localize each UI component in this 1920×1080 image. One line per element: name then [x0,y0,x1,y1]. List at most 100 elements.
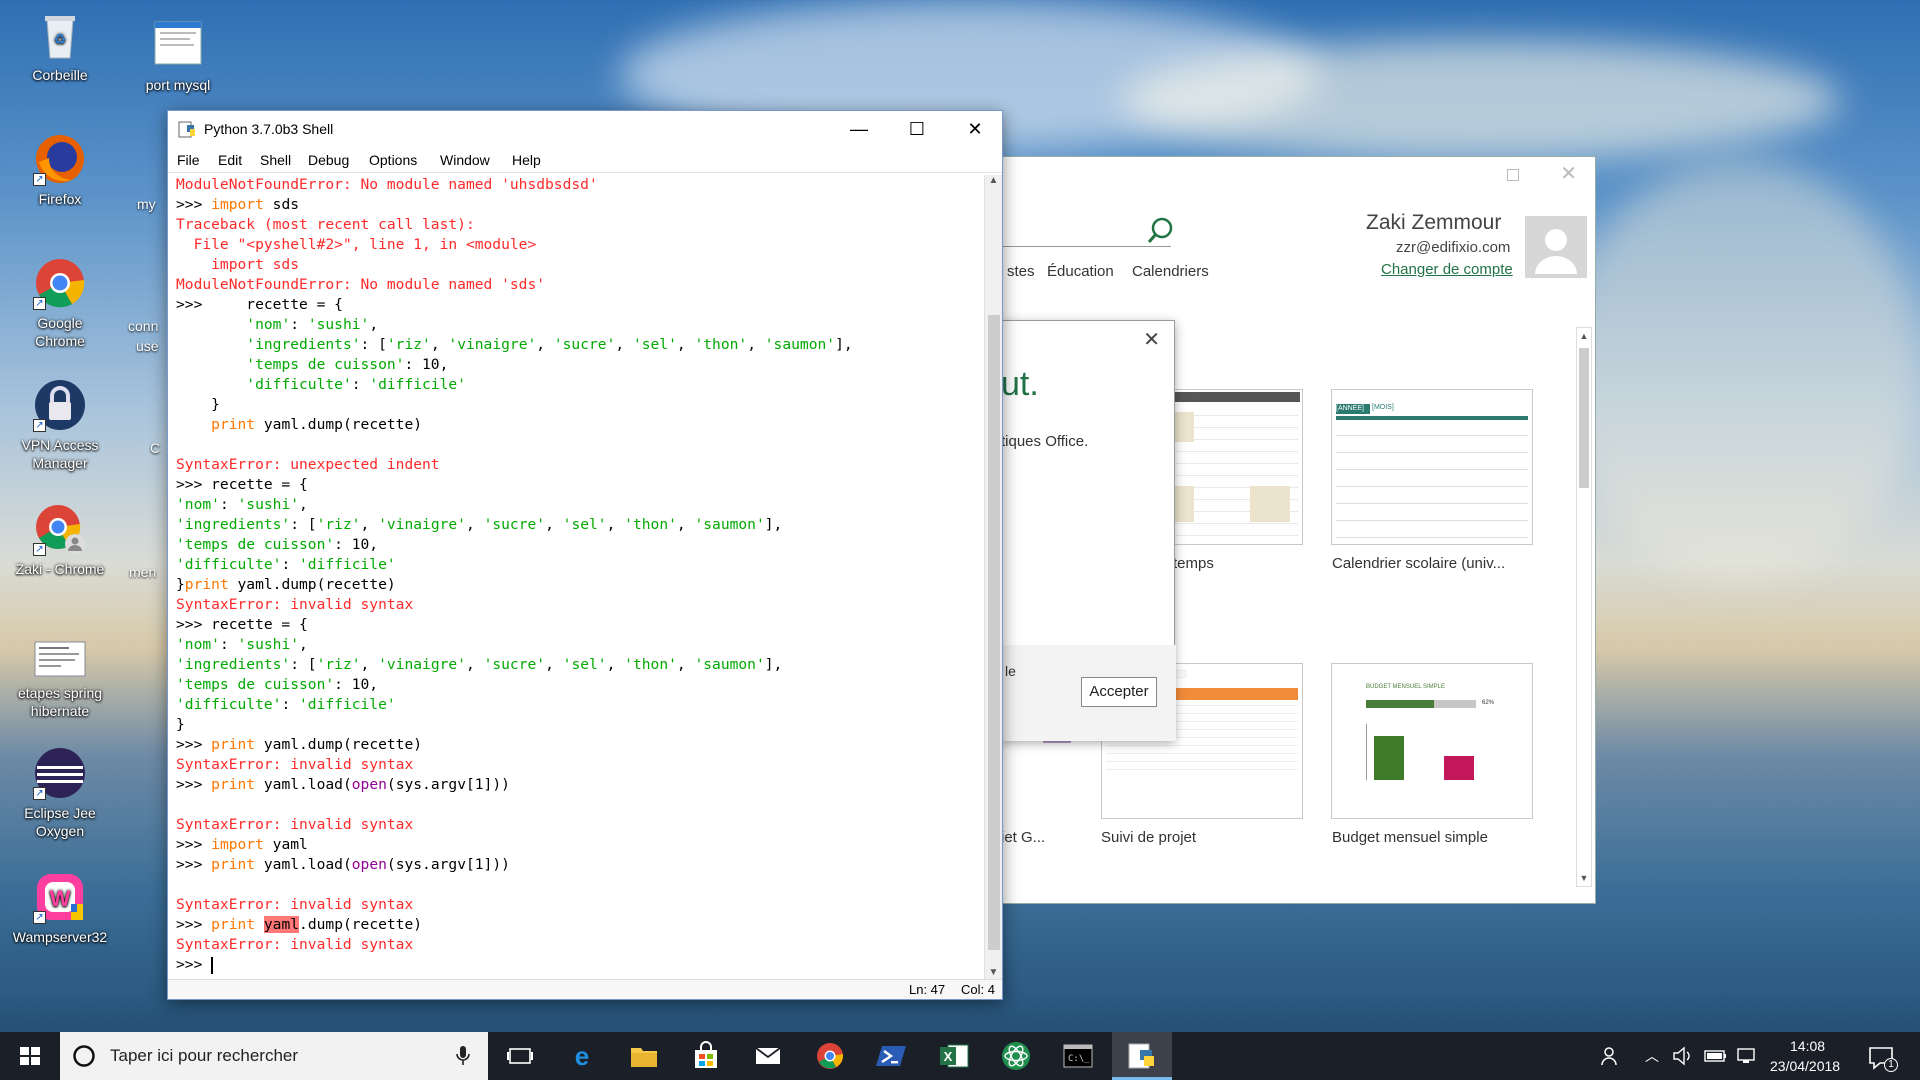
shell-line: ModuleNotFoundError: No module named 'sd… [176,275,986,295]
battery-icon[interactable] [1704,1048,1728,1064]
shell-output[interactable]: ModuleNotFoundError: No module named 'uh… [176,175,986,983]
dialog-body-text: tiques Office. [1001,433,1089,450]
template-label-gantt[interactable]: iet G... [1001,829,1045,846]
desktop-icon-wampserver[interactable]: W ↗ Wampserver32 [12,870,108,946]
account-name: Zaki Zemmour [1366,211,1502,234]
volume-icon[interactable] [1672,1046,1694,1066]
window-titlebar[interactable]: Python 3.7.0b3 Shell — ☐ ✕ [168,111,1002,147]
scroll-thumb[interactable] [1579,348,1589,488]
svg-text:e: e [575,1041,589,1071]
search-icon[interactable] [1147,217,1173,250]
code-token: open [351,856,387,873]
clock-time[interactable]: 14:08 [1790,1038,1825,1054]
code-token: 'sel' [562,516,607,533]
store-icon[interactable] [690,1040,722,1072]
code-token: 'sushi' [237,496,300,513]
clock-date[interactable]: 23/04/2018 [1770,1058,1840,1074]
code-token: 'sushi' [237,636,300,653]
code-token: , [606,656,625,673]
menu-help[interactable]: Help [512,152,541,168]
accept-button[interactable]: Accepter [1081,677,1157,707]
code-token: , [615,336,633,353]
close-icon[interactable]: ✕ [946,111,1004,147]
code-token: print [184,576,229,593]
taskbar-search-box[interactable]: Taper ici pour rechercher [60,1032,488,1080]
chrome-icon[interactable] [814,1040,846,1072]
desktop-icon-etapes-spring-hibernate[interactable]: etapes spring hibernate [12,640,108,720]
template-label-suivi-projet[interactable]: Suivi de projet [1101,829,1196,846]
scroll-down-icon[interactable]: ▼ [1577,870,1591,886]
scroll-up-icon[interactable]: ▲ [985,175,1002,191]
excel-close-icon[interactable]: ✕ [1560,161,1577,186]
dialog-close-icon[interactable]: ✕ [1143,327,1160,352]
code-token: 'temps de cuisson' [176,536,335,553]
category-education[interactable]: Éducation [1047,263,1114,280]
desktop-icon-corbeille[interactable]: ♻ Corbeille [12,8,108,84]
desktop-icon-port-mysql[interactable]: port mysql [130,18,226,94]
shell-line: SyntaxError: unexpected indent [176,455,986,475]
menu-options[interactable]: Options [369,152,417,168]
desktop-icon-firefox[interactable]: ↗ Firefox [12,132,108,208]
code-token: 'riz' [386,336,431,353]
shell-line: print yaml.dump(recette) [176,415,986,435]
menu-edit[interactable]: Edit [218,152,242,168]
chevron-up-icon[interactable]: ︿ [1645,1046,1659,1066]
change-account-link[interactable]: Changer de compte [1381,261,1513,278]
excel-icon[interactable]: X [938,1040,970,1072]
minimize-icon[interactable]: — [830,111,888,147]
action-center-button[interactable]: 1 [1866,1042,1898,1072]
scroll-up-icon[interactable]: ▲ [1577,328,1591,344]
menu-shell[interactable]: Shell [260,152,291,168]
templates-scrollbar[interactable]: ▲ ▼ [1576,327,1592,887]
mail-icon[interactable] [752,1040,784,1072]
cmd-icon[interactable]: C:\_ [1062,1040,1094,1072]
category-stes[interactable]: stes [1007,263,1035,280]
code-token: : [281,556,300,573]
notification-badge: 1 [1884,1058,1898,1072]
start-button[interactable] [0,1032,60,1080]
network-icon[interactable] [1736,1046,1760,1066]
code-token: : [290,316,308,333]
template-thumb-calendrier-scolaire[interactable]: [ANNÉE] [MOIS] [1331,389,1533,545]
desktop-icon-vpn-access-manager[interactable]: ↗ VPN Access Manager [12,378,108,472]
powershell-icon[interactable] [876,1040,908,1072]
desktop-icon-eclipse[interactable]: ↗ Eclipse Jee Oxygen [12,746,108,840]
shell-vertical-scrollbar[interactable]: ▲ ▼ [984,175,1002,983]
desktop-icon-google-chrome[interactable]: ↗ Google Chrome [12,256,108,350]
microphone-icon [456,1046,470,1065]
template-thumb-budget[interactable]: BUDGET MENSUEL SIMPLE 62% [1331,663,1533,819]
excel-maximize-icon[interactable] [1507,169,1519,181]
category-calendriers[interactable]: Calendriers [1132,263,1209,280]
shell-line: 'difficulte': 'difficile' [176,695,986,715]
file-explorer-icon[interactable] [628,1040,660,1072]
menu-window[interactable]: Window [440,152,490,168]
code-token: , [465,656,484,673]
shell-line: 'ingredients': ['riz', 'vinaigre', 'sucr… [176,655,986,675]
shortcut-arrow-icon: ↗ [33,173,46,186]
desktop-icon-zaki-chrome[interactable]: ↗ Zaki - Chrome [12,502,108,578]
task-view-icon[interactable] [504,1040,536,1072]
maximize-icon[interactable]: ☐ [888,111,946,147]
shell-line: >>> print yaml.load(open(sys.argv[1])) [176,855,986,875]
calendar-month-label: [MOIS] [1372,404,1394,411]
code-token: , [747,336,765,353]
shell-line: 'temps de cuisson': 10, [176,675,986,695]
menu-debug[interactable]: Debug [308,152,349,168]
template-search-input[interactable] [1001,215,1171,247]
scroll-thumb[interactable] [988,315,1000,950]
template-label-calendrier-scolaire[interactable]: Calendrier scolaire (univ... [1332,555,1505,572]
code-token: 'nom' [176,496,220,513]
atom-icon[interactable] [1000,1040,1032,1072]
code-token: Traceback (most recent call last): [176,216,475,233]
template-label-budget[interactable]: Budget mensuel simple [1332,829,1488,846]
template-label-temps[interactable]: temps [1173,555,1214,572]
shell-line: SyntaxError: invalid syntax [176,815,986,835]
people-icon[interactable] [1600,1044,1624,1068]
edge-icon[interactable]: e [566,1040,598,1072]
menu-file[interactable]: File [177,152,200,168]
active-app-python-idle[interactable] [1112,1032,1172,1080]
